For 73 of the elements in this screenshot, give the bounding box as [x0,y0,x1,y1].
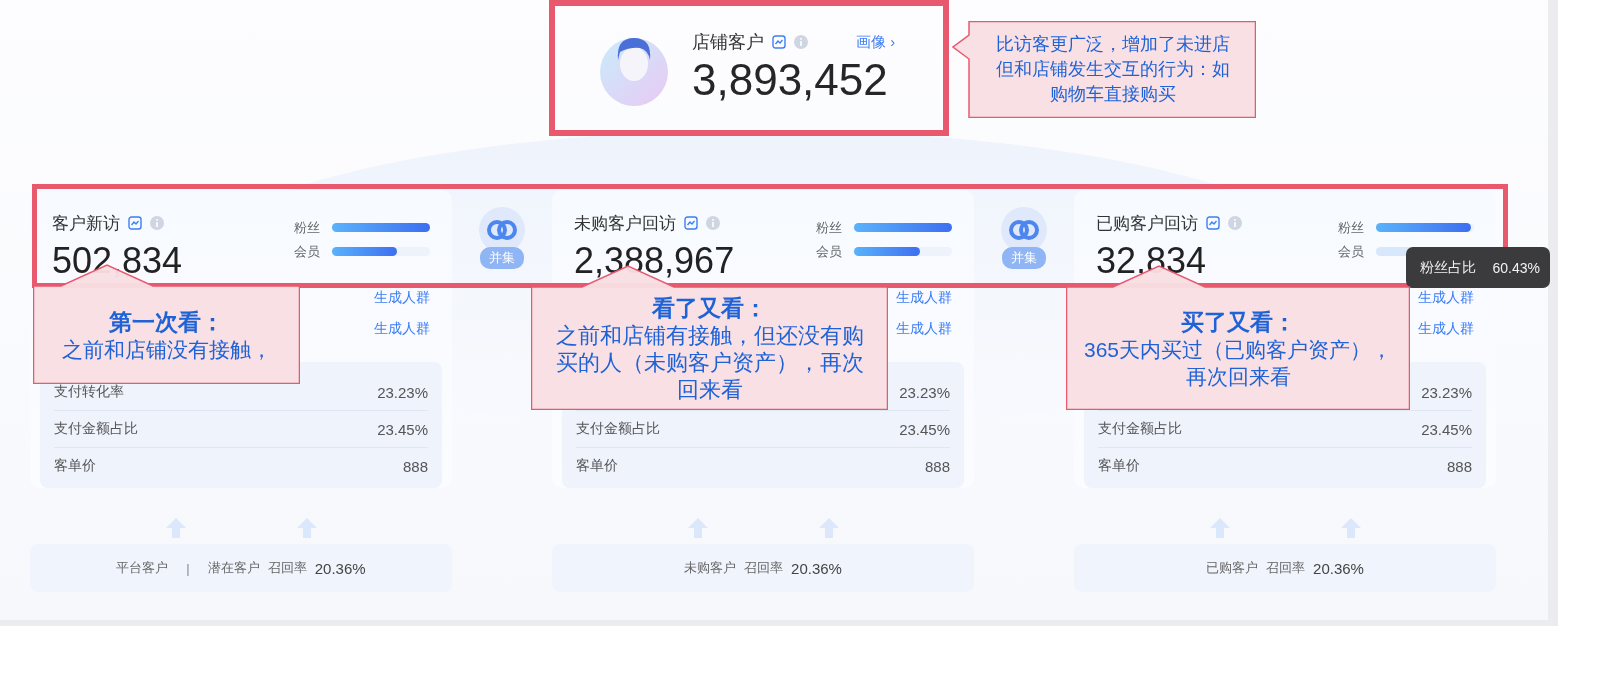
metric-label: 客单价 [1098,457,1140,475]
generate-audience-link[interactable]: 生成人群 [374,319,430,338]
generate-audience-link[interactable]: 生成人群 [1418,288,1474,307]
metric-number: 23.23% [1420,383,1472,401]
callout-title: 第一次看： [109,307,224,336]
recall-label: 召回率 [1266,559,1306,577]
metric-number: 888 [401,457,428,475]
trend-chart-icon [772,35,786,49]
metric-title: 未购客户回访 [574,212,676,235]
portrait-link[interactable]: 画像 › [856,32,896,52]
callout-text: 365天内买过（已购客户资产），再次回来看 [1082,336,1393,390]
source-label: 未购客户 [684,559,737,577]
bar-label: 粉丝 [1338,218,1364,237]
metric-number: 23.23% [376,383,428,401]
generate-audience-link[interactable]: 生成人群 [896,288,952,307]
up-arrow-icon [1340,518,1361,538]
recall-label: 召回率 [267,559,307,577]
source-label: 平台客户 [116,559,169,577]
metric-number: 23.23% [898,383,950,401]
tooltip-value: 60.43% [1492,259,1540,276]
metric-value: 32,834 [1096,238,1208,283]
recall-value: 20.36% [1313,559,1364,577]
up-arrow-icon [687,518,708,538]
metric-title: 客户新访 [52,212,120,235]
recall-value: 20.36% [314,559,366,577]
metric-label: 客单价 [54,457,96,475]
bar-label: 会员 [816,242,842,261]
generate-audience-link[interactable]: 生成人群 [374,288,430,307]
info-icon [150,216,164,231]
metric-value: 3,893,452 [692,54,889,106]
source-label: 已购客户 [1206,559,1259,577]
bar-label: 会员 [1338,242,1364,261]
metric-label: 支付金额占比 [1098,420,1182,438]
info-icon [794,35,808,49]
metric-label: 支付转化率 [54,383,124,401]
info-icon [1228,216,1242,231]
tooltip-label: 粉丝占比 [1420,258,1476,277]
up-arrow-icon [165,518,186,538]
metric-number: 23.45% [376,420,428,438]
trend-chart-icon [128,216,142,231]
metric-title: 已购客户回访 [1096,212,1198,235]
source-label: 潜在客户 [207,559,260,577]
metric-value: 2,388,967 [574,238,735,283]
callout-title: 看了又看： [652,294,767,322]
metric-label: 支付金额占比 [54,420,138,438]
bar-label: 粉丝 [294,218,320,237]
bar-label: 粉丝 [816,218,842,237]
trend-chart-icon [684,216,698,231]
callout-title: 买了又看： [1180,307,1296,336]
up-arrow-icon [296,518,317,538]
metric-number: 23.45% [898,420,950,438]
generate-audience-link[interactable]: 生成人群 [1418,319,1474,338]
callout-text: 之前和店铺有接触，但还没有购买的人（未购客户资产），再次回来看 [554,322,865,403]
metric-number: 23.45% [1420,420,1472,438]
callout-text: 比访客更广泛，增加了未进店但和店铺发生交互的行为：如购物车直接购买 [994,33,1231,106]
recall-value: 20.36% [791,559,842,577]
metric-label: 支付金额占比 [576,420,660,438]
union-label: 并集 [1002,247,1046,269]
metric-label: 客单价 [576,457,618,475]
metric-title: 店铺客户 [692,31,764,54]
trend-chart-icon [1206,216,1220,231]
generate-audience-link[interactable]: 生成人群 [896,319,952,338]
separator: | [185,560,191,576]
up-arrow-icon [1209,518,1230,538]
callout-text: 之前和店铺没有接触， [61,336,272,363]
union-label: 并集 [480,247,524,269]
info-icon [706,216,720,231]
metric-number: 888 [923,457,950,475]
up-arrow-icon [818,518,839,538]
bar-label: 会员 [294,242,320,261]
metric-number: 888 [1445,457,1472,475]
metric-value: 502,834 [52,238,183,283]
recall-label: 召回率 [744,559,784,577]
